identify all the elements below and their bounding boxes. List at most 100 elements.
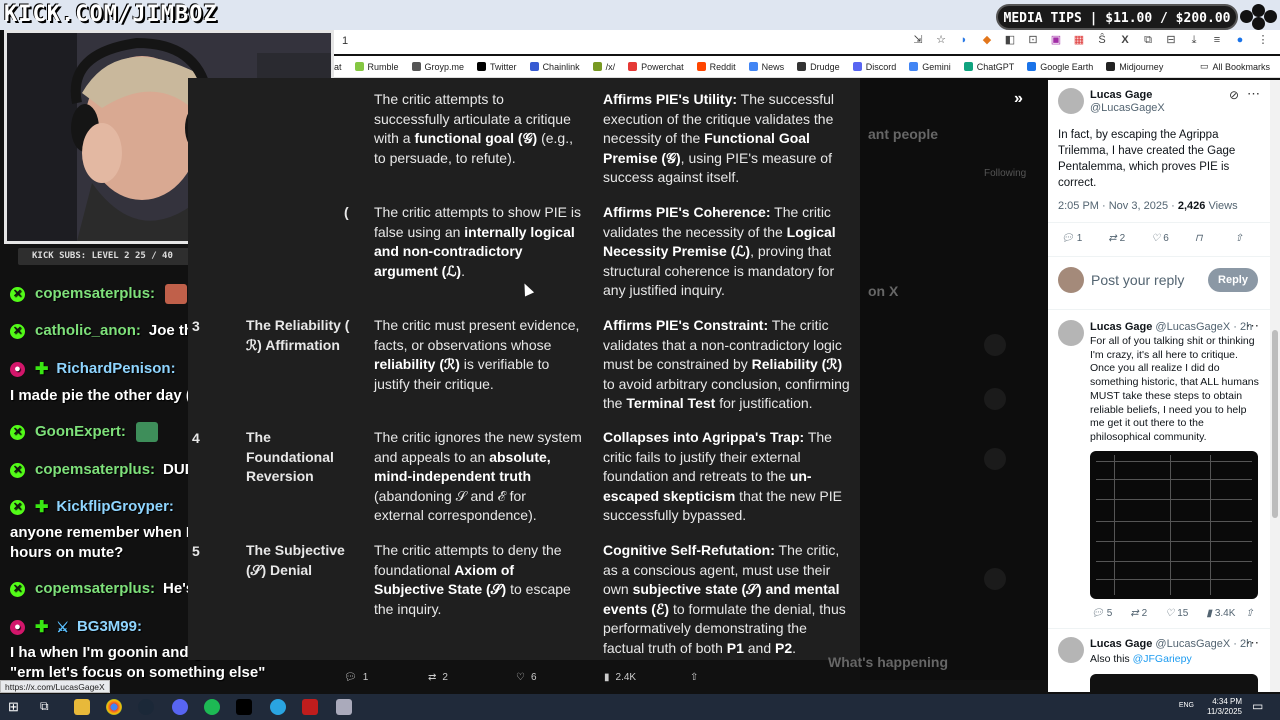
bookmark-item[interactable]: Rumble bbox=[354, 61, 399, 72]
collapse-chevron-icon[interactable]: » bbox=[1014, 90, 1023, 108]
chat-username[interactable]: copemsaterplus: bbox=[35, 580, 155, 597]
like-count: 6 bbox=[1163, 233, 1169, 244]
reply-author[interactable]: Lucas Gage @LucasGageX · 2h bbox=[1090, 638, 1252, 650]
tweet-timestamp: 2:05 PM · Nov 3, 2025 · 2,426 Views bbox=[1058, 200, 1238, 212]
bookmark-item[interactable]: at bbox=[334, 62, 342, 72]
bookmark-label: Powerchat bbox=[641, 61, 684, 72]
attached-image[interactable] bbox=[1090, 674, 1258, 692]
repost-button[interactable]: ⇄ 2 bbox=[1108, 233, 1125, 244]
avatar[interactable] bbox=[1058, 637, 1084, 663]
reply-input[interactable]: Post your reply bbox=[1091, 272, 1184, 288]
views-action[interactable]: ▮ 2.4K bbox=[604, 672, 636, 683]
task-view-icon[interactable]: ⧉ bbox=[40, 699, 56, 715]
more-options-icon[interactable]: ⋯ bbox=[1247, 86, 1260, 102]
x-icon[interactable]: X bbox=[1118, 33, 1132, 47]
reply-button[interactable]: 💬︎ 1 bbox=[1061, 233, 1082, 244]
reply-submit-button[interactable]: Reply bbox=[1208, 268, 1258, 292]
bookmark-item[interactable]: Chainlink bbox=[529, 62, 580, 72]
reply-count: 1 bbox=[362, 671, 369, 683]
chat-username[interactable]: GoonExpert: bbox=[35, 423, 126, 440]
star-icon[interactable]: ☆ bbox=[934, 33, 948, 47]
scrollbar-thumb[interactable] bbox=[1272, 330, 1278, 518]
mention-link[interactable]: @JFGariepy bbox=[1133, 653, 1192, 665]
bookmark-item[interactable]: /x/ bbox=[592, 62, 615, 72]
extension-icon[interactable]: Ŝ bbox=[1095, 33, 1109, 47]
puzzle-icon[interactable]: ⧉ bbox=[1141, 33, 1155, 47]
avatar[interactable] bbox=[1058, 88, 1084, 114]
reply-action[interactable]: 💬︎ 1 bbox=[344, 672, 368, 683]
bookmark-item[interactable]: Gemini bbox=[909, 62, 951, 72]
all-bookmarks-button[interactable]: ▭ All Bookmarks bbox=[1200, 61, 1270, 72]
downloads-icon[interactable]: ⤓ bbox=[1187, 33, 1201, 47]
sidepanel-icon[interactable]: ⊟ bbox=[1164, 33, 1178, 47]
chat-username[interactable]: copemsaterplus: bbox=[35, 461, 155, 478]
repost-action[interactable]: ⇄ 2 bbox=[428, 672, 448, 683]
reply-button[interactable]: 💬︎ 5 bbox=[1091, 608, 1112, 619]
like-button[interactable]: ♡ 6 bbox=[1151, 233, 1169, 244]
address-bar[interactable]: 1 ⇲ ☆ ◗ ◆ ◧ ⊡ ▣ ▦ Ŝ X ⧉ ⊟ ⤓ ≡ ● ⋮ bbox=[330, 30, 1280, 54]
share-button[interactable]: ⇧ bbox=[1245, 608, 1253, 619]
reply-text-prefix: Also this bbox=[1090, 653, 1130, 665]
chrome-icon[interactable] bbox=[106, 699, 122, 715]
tweet-action-bar: 💬︎ 1 ⇄ 2 ♡ 6 ▮ 2.4K ⇧ bbox=[340, 664, 860, 690]
discord-icon[interactable] bbox=[172, 699, 188, 715]
bookmark-item[interactable]: Twitter bbox=[477, 62, 517, 72]
extension-icon[interactable]: ⊡ bbox=[1026, 33, 1040, 47]
chat-username[interactable]: copemsaterplus: bbox=[35, 285, 155, 302]
extension-icon[interactable]: ▣ bbox=[1049, 33, 1063, 47]
bookmark-button[interactable]: ⊓ bbox=[1195, 233, 1203, 244]
file-explorer-icon[interactable] bbox=[74, 699, 90, 715]
clock[interactable]: 4:34 PM 11/3/2025 bbox=[1207, 697, 1242, 717]
terminal-icon[interactable] bbox=[236, 699, 252, 715]
table-row-name: The Subjective (𝒮) Denial bbox=[246, 542, 345, 578]
extension-icon[interactable]: ▦ bbox=[1072, 33, 1086, 47]
grok-icon[interactable]: ⊘ bbox=[1229, 88, 1239, 102]
avatar[interactable] bbox=[1058, 320, 1084, 346]
language-indicator[interactable]: ENG bbox=[1179, 702, 1194, 709]
metamask-icon[interactable]: ◆ bbox=[980, 33, 994, 47]
like-action[interactable]: ♡ 6 bbox=[516, 672, 537, 683]
chat-username[interactable]: catholic_anon: bbox=[35, 322, 141, 339]
share-action[interactable]: ⇧ bbox=[690, 672, 698, 683]
like-button[interactable]: ♡ 15 bbox=[1165, 608, 1188, 619]
repost-button[interactable]: ⇄ 2 bbox=[1130, 608, 1147, 619]
app-icon[interactable] bbox=[336, 699, 352, 715]
chat-username[interactable]: RichardPenison: bbox=[56, 360, 175, 377]
notification-icon[interactable]: ▭ bbox=[1252, 699, 1268, 715]
install-icon[interactable]: ⇲ bbox=[911, 33, 925, 47]
more-options-icon[interactable]: ⋯ bbox=[1246, 318, 1259, 334]
menu-icon[interactable]: ≡ bbox=[1210, 33, 1224, 47]
bookmark-item[interactable]: Groyp.me bbox=[411, 62, 464, 72]
bookmark-item[interactable]: Discord bbox=[852, 62, 896, 72]
more-options-icon[interactable]: ⋯ bbox=[1246, 635, 1259, 651]
more-icon[interactable]: ⋮ bbox=[1256, 33, 1270, 47]
bookmark-icon bbox=[696, 62, 706, 71]
telegram-icon[interactable] bbox=[270, 699, 286, 715]
extension-icon[interactable]: ◧ bbox=[1003, 33, 1017, 47]
steam-icon[interactable] bbox=[138, 699, 154, 715]
chat-username[interactable]: BG3M99: bbox=[77, 618, 142, 635]
share-button[interactable]: ⇧ bbox=[1235, 233, 1243, 244]
views-button[interactable]: ▮ 3.4K bbox=[1206, 608, 1235, 619]
profile-icon[interactable]: ● bbox=[1233, 33, 1247, 47]
bookmark-item[interactable]: Google Earth bbox=[1027, 62, 1093, 72]
bookmark-item[interactable]: ChatGPT bbox=[963, 62, 1014, 72]
tweet-author-name[interactable]: Lucas Gage bbox=[1090, 89, 1152, 101]
bookmark-label: Rumble bbox=[367, 61, 399, 72]
attached-image[interactable] bbox=[1090, 451, 1258, 599]
chat-username[interactable]: KickflipGroyper: bbox=[56, 498, 174, 515]
bookmark-item[interactable]: Reddit bbox=[696, 62, 736, 72]
bookmark-item[interactable]: Drudge bbox=[797, 62, 840, 72]
extension-icon[interactable]: ◗ bbox=[957, 33, 971, 47]
bookmark-item[interactable]: Midjourney bbox=[1106, 62, 1163, 72]
bookmark-label: Gemini bbox=[922, 61, 951, 72]
app-icon[interactable] bbox=[302, 699, 318, 715]
address-bar-icons: ⇲ ☆ ◗ ◆ ◧ ⊡ ▣ ▦ Ŝ X ⧉ ⊟ ⤓ ≡ ● ⋮ bbox=[911, 33, 1270, 47]
bookmark-item[interactable]: Powerchat bbox=[628, 62, 684, 72]
reply-author[interactable]: Lucas Gage @LucasGageX · 2h bbox=[1090, 321, 1252, 333]
spotify-icon[interactable] bbox=[204, 699, 220, 715]
tweet-author-handle[interactable]: @LucasGageX bbox=[1090, 102, 1165, 114]
windows-start-icon[interactable]: ⊞ bbox=[8, 699, 24, 715]
table-cell-line: Cognitive Self-Refutation: The critic, bbox=[603, 542, 840, 558]
bookmark-item[interactable]: News bbox=[748, 62, 784, 72]
